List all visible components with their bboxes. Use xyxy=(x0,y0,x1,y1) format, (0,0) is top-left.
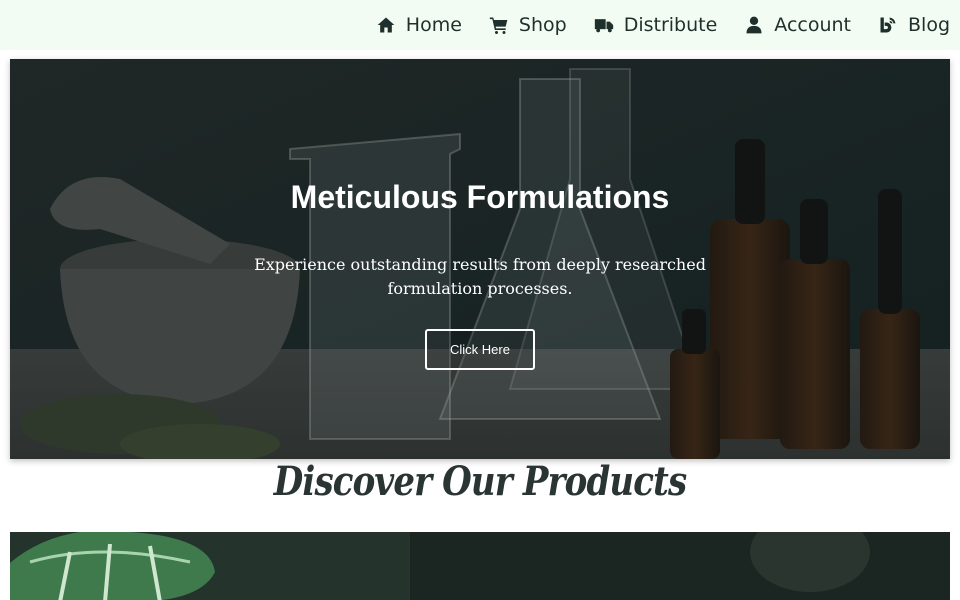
nav-label-home: Home xyxy=(405,14,462,36)
top-navigation-bar: Home Shop Distribute Account Blog xyxy=(0,0,960,50)
hero-title: Meticulous Formulations xyxy=(290,179,670,215)
nav-label-blog: Blog xyxy=(908,14,950,36)
nav-item-distribute[interactable]: Distribute xyxy=(593,14,718,36)
products-banner xyxy=(10,532,950,600)
nav-label-account: Account xyxy=(774,14,851,36)
click-here-button[interactable]: Click Here xyxy=(425,329,535,370)
user-icon xyxy=(743,14,765,36)
cart-icon xyxy=(488,14,510,36)
rss-icon xyxy=(877,14,899,36)
main-nav: Home Shop Distribute Account Blog xyxy=(349,0,950,50)
truck-icon xyxy=(593,14,615,36)
nav-label-shop: Shop xyxy=(518,14,567,36)
nav-item-shop[interactable]: Shop xyxy=(488,14,567,36)
hero-banner: Meticulous Formulations Experience outst… xyxy=(10,59,950,459)
products-section-heading: Discover Our Products xyxy=(273,458,687,505)
nav-item-blog[interactable]: Blog xyxy=(877,14,950,36)
nav-item-home[interactable]: Home xyxy=(375,14,462,36)
products-banner-image xyxy=(10,532,950,600)
nav-item-account[interactable]: Account xyxy=(743,14,851,36)
hero-subtitle: Experience outstanding results from deep… xyxy=(254,255,706,298)
nav-label-distribute: Distribute xyxy=(623,14,718,36)
home-icon xyxy=(375,14,397,36)
